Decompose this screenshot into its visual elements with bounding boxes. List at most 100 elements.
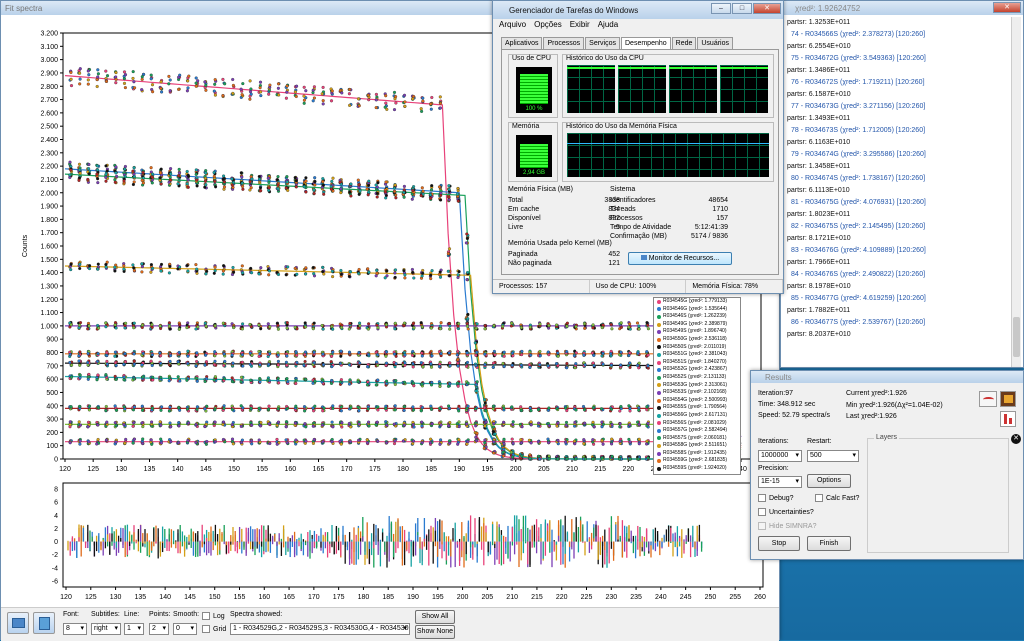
data-point: [421, 406, 424, 409]
data-point: [295, 179, 298, 182]
data-point: [186, 379, 189, 382]
data-point: [249, 80, 252, 83]
data-point: [168, 321, 171, 324]
data-point: [259, 189, 262, 192]
data-point: [231, 408, 234, 411]
data-point: [96, 173, 99, 176]
data-point: [412, 382, 415, 385]
data-point: [519, 438, 522, 441]
data-point: [259, 86, 262, 89]
data-point: [411, 189, 414, 192]
data-point: [637, 352, 640, 355]
data-point: [313, 189, 316, 192]
data-point: [348, 351, 351, 354]
data-point: [584, 363, 587, 366]
data-point: [79, 321, 82, 324]
data-point: [259, 91, 262, 94]
data-point: [447, 425, 450, 428]
data-point: [619, 364, 622, 367]
data-point: [133, 86, 136, 89]
data-point: [304, 360, 307, 363]
data-point: [105, 439, 108, 442]
data-point: [105, 351, 108, 354]
data-point: [331, 275, 334, 278]
data-point: [385, 323, 388, 326]
data-point: [366, 438, 369, 441]
data-point: [447, 385, 450, 388]
data-point: [303, 410, 306, 413]
data-point: [78, 421, 81, 424]
data-point: [620, 405, 623, 408]
data-point: [169, 354, 172, 357]
data-point: [466, 407, 469, 410]
data-point: [557, 439, 560, 442]
data-point: [105, 421, 108, 424]
data-point: [530, 442, 533, 445]
data-point: [113, 266, 116, 269]
data-point: [195, 173, 198, 176]
data-point: [503, 355, 506, 358]
data-point: [529, 366, 532, 369]
data-point: [340, 409, 343, 412]
data-point: [222, 78, 225, 81]
data-point: [313, 322, 316, 325]
data-point: [474, 408, 477, 411]
data-point: [260, 421, 263, 424]
data-point: [205, 325, 208, 328]
data-point: [177, 88, 180, 91]
data-point: [313, 361, 316, 364]
data-point: [314, 180, 317, 183]
data-point: [132, 326, 135, 329]
data-point: [465, 242, 468, 245]
data-point: [483, 441, 486, 444]
data-point: [322, 328, 325, 331]
data-point: [205, 360, 208, 363]
data-point: [187, 178, 190, 181]
data-point: [151, 376, 154, 379]
data-point: [520, 326, 523, 329]
data-point: [340, 406, 343, 409]
data-point: [321, 270, 324, 273]
data-point: [367, 408, 370, 411]
data-point: [629, 366, 632, 369]
data-point: [214, 180, 217, 183]
data-point: [492, 441, 495, 444]
data-point: [177, 406, 180, 409]
data-point: [475, 364, 478, 367]
data-point: [503, 442, 506, 445]
data-point: [646, 321, 649, 324]
data-point: [502, 362, 505, 365]
data-point: [312, 266, 315, 269]
data-point: [214, 78, 217, 81]
data-point: [439, 96, 442, 99]
y-tick-label: 700: [46, 363, 58, 370]
data-point: [647, 364, 650, 367]
data-point: [457, 327, 460, 330]
data-point: [447, 405, 450, 408]
data-point: [303, 95, 306, 98]
data-point: [557, 355, 560, 358]
data-point: [115, 175, 118, 178]
data-point: [267, 322, 270, 325]
data-point: [457, 322, 460, 325]
data-point: [249, 379, 252, 382]
data-point: [575, 325, 578, 328]
data-point: [395, 362, 398, 365]
data-point: [349, 379, 352, 382]
data-point: [375, 106, 378, 109]
data-point: [240, 176, 243, 179]
data-point: [456, 358, 459, 361]
data-point: [448, 442, 451, 445]
data-point: [492, 422, 495, 425]
data-point: [520, 364, 523, 367]
data-point: [429, 197, 432, 200]
data-point: [285, 187, 288, 190]
data-point: [168, 376, 171, 379]
data-point: [160, 91, 163, 94]
data-point: [448, 382, 451, 385]
data-point: [566, 325, 569, 328]
data-point: [492, 362, 495, 365]
data-point: [195, 263, 198, 266]
data-point: [69, 420, 72, 423]
data-point: [627, 326, 630, 329]
